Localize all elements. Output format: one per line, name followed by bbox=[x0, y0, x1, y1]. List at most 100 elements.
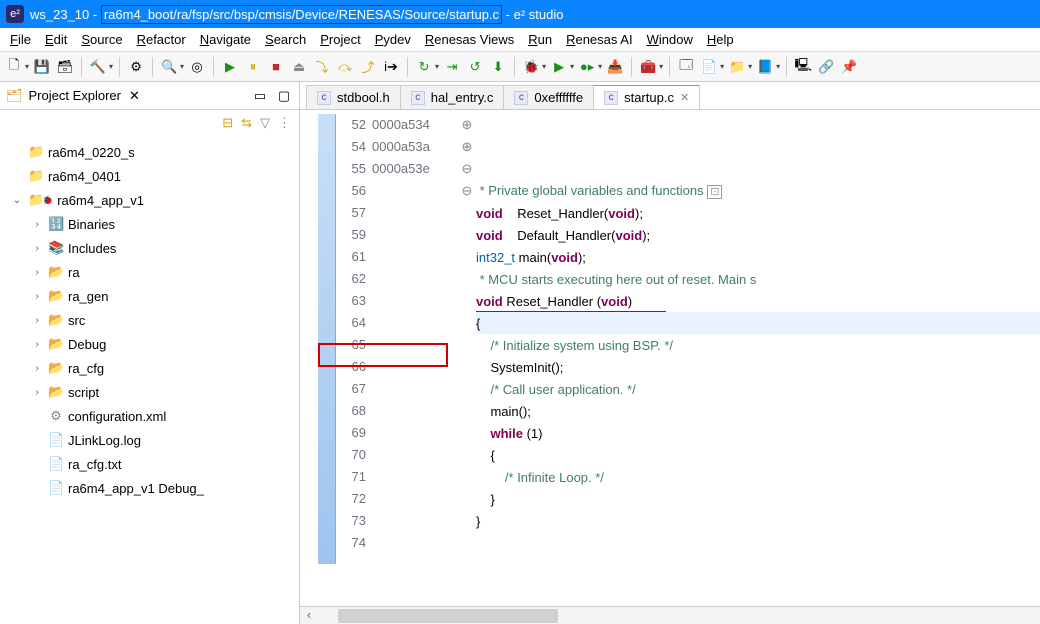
flash-icon[interactable]: 📥 bbox=[605, 57, 625, 77]
twist-icon[interactable]: › bbox=[30, 219, 44, 230]
restart-icon[interactable]: ↻ bbox=[414, 57, 434, 77]
tree-item[interactable]: 📄ra6m4_app_v1 Debug_ bbox=[6, 476, 299, 500]
new-src-icon[interactable]: 📘 bbox=[755, 57, 775, 77]
tree-item[interactable]: ›📂src bbox=[6, 308, 299, 332]
twist-icon[interactable]: › bbox=[30, 315, 44, 326]
editor-tab[interactable]: chal_entry.c bbox=[400, 85, 505, 109]
new-icon[interactable]: 🗋 bbox=[4, 57, 24, 77]
menu-edit[interactable]: Edit bbox=[39, 30, 73, 49]
editor-tab[interactable]: cstdbool.h bbox=[306, 85, 401, 109]
download-icon[interactable]: ⬇ bbox=[488, 57, 508, 77]
editor-tab[interactable]: cstartup.c✕ bbox=[593, 85, 700, 109]
twist-icon[interactable]: ⌄ bbox=[10, 195, 24, 206]
scroll-left-icon[interactable]: ‹ bbox=[300, 607, 318, 624]
code-line[interactable]: * Private global variables and functions… bbox=[476, 180, 1040, 203]
fold-toggle[interactable]: ⊖ bbox=[458, 180, 476, 202]
scrollbar-thumb[interactable] bbox=[338, 609, 558, 623]
code-line[interactable]: main(); bbox=[476, 401, 1040, 423]
tree-item[interactable]: 📄ra_cfg.txt bbox=[6, 452, 299, 476]
tree-item[interactable]: ›📂ra_gen bbox=[6, 284, 299, 308]
code-line[interactable]: /* Initialize system using BSP. */ bbox=[476, 335, 1040, 357]
editor-tab[interactable]: c0xeffffffe bbox=[503, 85, 594, 109]
new-folder-icon[interactable]: 📁 bbox=[727, 57, 747, 77]
ext-tools-icon[interactable]: 🧰 bbox=[638, 57, 658, 77]
twist-icon[interactable]: › bbox=[30, 267, 44, 278]
menu-window[interactable]: Window bbox=[641, 30, 699, 49]
tree-item[interactable]: ›🔢Binaries bbox=[6, 212, 299, 236]
view-menu-icon[interactable]: ⋮ bbox=[278, 115, 291, 131]
menu-renesas-views[interactable]: Renesas Views bbox=[419, 30, 520, 49]
code-line[interactable]: while (1) bbox=[476, 423, 1040, 445]
run-last-icon[interactable]: ↺ bbox=[465, 57, 485, 77]
fold-toggle[interactable]: ⊕ bbox=[458, 136, 476, 158]
menu-search[interactable]: Search bbox=[259, 30, 312, 49]
fold-column[interactable]: ⊕⊕⊖⊖ bbox=[458, 110, 476, 606]
maximize-icon[interactable]: ▢ bbox=[275, 88, 293, 104]
profile-icon[interactable]: ●▸ bbox=[577, 57, 597, 77]
step-over-icon[interactable]: ⤼ bbox=[335, 57, 355, 77]
tree-item[interactable]: ›📂script bbox=[6, 380, 299, 404]
twist-icon[interactable]: › bbox=[30, 243, 44, 254]
menu-file[interactable]: File bbox=[4, 30, 37, 49]
menu-renesas-ai[interactable]: Renesas AI bbox=[560, 30, 639, 49]
terminate-icon[interactable]: ■ bbox=[266, 57, 286, 77]
fold-toggle[interactable]: ⊖ bbox=[458, 158, 476, 180]
close-tab-icon[interactable]: ✕ bbox=[680, 91, 689, 104]
minimize-icon[interactable]: ▭ bbox=[251, 88, 269, 104]
menu-refactor[interactable]: Refactor bbox=[131, 30, 192, 49]
twist-icon[interactable]: › bbox=[30, 291, 44, 302]
pin-icon[interactable]: 📌 bbox=[839, 57, 859, 77]
tree-item[interactable]: ⌄📁🐞ra6m4_app_v1 bbox=[6, 188, 299, 212]
menu-help[interactable]: Help bbox=[701, 30, 740, 49]
search-icon[interactable]: 🔍 bbox=[159, 57, 179, 77]
step-return-icon[interactable]: ⤴ bbox=[358, 57, 378, 77]
code-line[interactable]: SystemInit(); bbox=[476, 357, 1040, 379]
tree-item[interactable]: ›📂ra bbox=[6, 260, 299, 284]
open-type-icon[interactable]: 🔗 bbox=[816, 57, 836, 77]
resume-icon[interactable]: ▶ bbox=[220, 57, 240, 77]
twist-icon[interactable]: › bbox=[30, 339, 44, 350]
twist-icon[interactable]: › bbox=[30, 387, 44, 398]
close-view-icon[interactable]: ✕ bbox=[129, 88, 140, 104]
overview-ruler[interactable] bbox=[318, 114, 336, 564]
new-file-icon[interactable]: 📄 bbox=[699, 57, 719, 77]
source-text[interactable]: * Private global variables and functions… bbox=[476, 110, 1040, 606]
build-icon[interactable]: 🔨 bbox=[88, 57, 108, 77]
code-line[interactable]: } bbox=[476, 511, 1040, 533]
menu-source[interactable]: Source bbox=[75, 30, 128, 49]
twist-icon[interactable]: › bbox=[30, 363, 44, 374]
menu-navigate[interactable]: Navigate bbox=[194, 30, 257, 49]
code-line[interactable]: /* Call user application. */ bbox=[476, 379, 1040, 401]
code-line[interactable]: void Reset_Handler (void) bbox=[476, 291, 1040, 313]
project-tree[interactable]: 📁ra6m4_0220_s📁ra6m4_0401⌄📁🐞ra6m4_app_v1›… bbox=[0, 136, 299, 624]
code-line[interactable]: /* Infinite Loop. */ bbox=[476, 467, 1040, 489]
tree-item[interactable]: ›📂ra_cfg bbox=[6, 356, 299, 380]
instr-step-icon[interactable]: i➔ bbox=[381, 57, 401, 77]
code-line[interactable]: void Reset_Handler(void); bbox=[476, 203, 1040, 225]
tree-item[interactable]: 📄JLinkLog.log bbox=[6, 428, 299, 452]
menu-project[interactable]: Project bbox=[314, 30, 366, 49]
skip-icon[interactable]: ⇥ bbox=[442, 57, 462, 77]
code-line[interactable]: { bbox=[476, 445, 1040, 467]
menu-pydev[interactable]: Pydev bbox=[369, 30, 417, 49]
tree-item[interactable]: ›📚Includes bbox=[6, 236, 299, 260]
config-icon[interactable]: ⚙ bbox=[126, 57, 146, 77]
fold-toggle[interactable]: ⊕ bbox=[458, 114, 476, 136]
link-editor-icon[interactable]: ⇆ bbox=[241, 115, 252, 131]
code-line[interactable]: int32_t main(void); bbox=[476, 247, 1040, 269]
new-window-icon[interactable]: 🗔 bbox=[676, 57, 696, 77]
code-line[interactable]: { bbox=[476, 313, 1040, 335]
run-icon[interactable]: ▶ bbox=[549, 57, 569, 77]
horizontal-scrollbar[interactable]: ‹ bbox=[300, 606, 1040, 624]
debug-icon[interactable]: 🐞 bbox=[521, 57, 541, 77]
save-all-icon[interactable]: 🗃 bbox=[55, 57, 75, 77]
tree-item[interactable]: ›📂Debug bbox=[6, 332, 299, 356]
filter-icon[interactable]: ▽ bbox=[260, 115, 270, 131]
menu-run[interactable]: Run bbox=[522, 30, 558, 49]
code-line[interactable]: * MCU starts executing here out of reset… bbox=[476, 269, 1040, 291]
tree-item[interactable]: 📁ra6m4_0220_s bbox=[6, 140, 299, 164]
tree-item[interactable]: ⚙configuration.xml bbox=[6, 404, 299, 428]
code-line[interactable]: void Default_Handler(void); bbox=[476, 225, 1040, 247]
collapse-all-icon[interactable]: ⊟ bbox=[222, 115, 233, 131]
code-line[interactable]: } bbox=[476, 489, 1040, 511]
